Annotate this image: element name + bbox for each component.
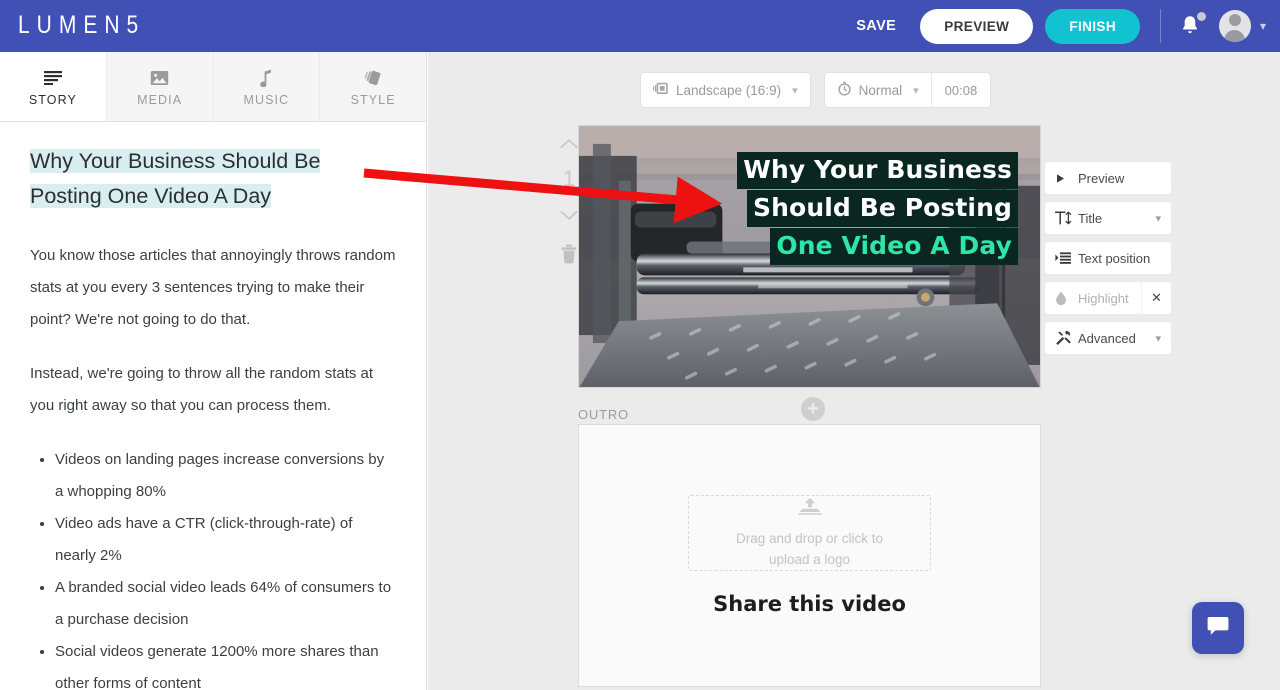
story-title-text: Why Your Business Should Be Posting One … xyxy=(30,149,320,208)
scene-preview-card[interactable]: Why Your Business Should Be Posting One … xyxy=(578,125,1041,388)
header-divider xyxy=(1160,9,1161,43)
preview-scene-label: Preview xyxy=(1078,171,1124,186)
avatar-head-shape xyxy=(1229,14,1241,26)
format-select[interactable]: Landscape (16:9) ▾ xyxy=(640,72,811,108)
text-size-icon xyxy=(1055,211,1072,225)
tab-style[interactable]: STYLE xyxy=(320,52,426,121)
logo-upload-text-line2: upload a logo xyxy=(769,549,850,570)
title-style-select[interactable]: Title ▾ xyxy=(1045,202,1171,234)
format-select-label: Landscape (16:9) xyxy=(676,83,781,98)
chat-widget-button[interactable] xyxy=(1192,602,1244,654)
avatar-body-shape xyxy=(1224,30,1245,42)
play-icon xyxy=(1055,173,1072,184)
tab-story-label: STORY xyxy=(29,94,77,107)
scene-toolbar: Landscape (16:9) ▾ Normal ▾ 00:08 xyxy=(640,72,991,108)
style-cards-icon xyxy=(363,67,383,89)
chevron-down-icon: ▾ xyxy=(792,84,798,97)
list-item[interactable]: Videos on landing pages increase convers… xyxy=(55,444,396,508)
highlight-label: Highlight xyxy=(1078,291,1129,306)
scene-inspector-panel: Preview Title ▾ Text position Highlight … xyxy=(1045,162,1171,362)
story-lines-icon xyxy=(44,67,62,89)
text-position-button[interactable]: Text position xyxy=(1045,242,1171,274)
tab-media[interactable]: MEDIA xyxy=(107,52,214,121)
preview-button[interactable]: PREVIEW xyxy=(920,9,1033,44)
story-paragraph-1[interactable]: You know those articles that annoyingly … xyxy=(30,240,396,336)
scene-text-line: Should Be Posting xyxy=(747,190,1018,227)
tab-music-label: MUSIC xyxy=(243,94,289,107)
tools-icon xyxy=(1055,331,1072,345)
panel-tab-bar: STORY MEDIA MUSIC STYLE xyxy=(0,52,426,122)
aspect-ratio-icon xyxy=(653,82,669,98)
lumen5-logo[interactable]: LUMEN5 xyxy=(18,12,145,40)
text-position-label: Text position xyxy=(1078,251,1150,266)
finish-button[interactable]: FINISH xyxy=(1045,9,1140,44)
save-button[interactable]: SAVE xyxy=(846,12,906,40)
preview-scene-button[interactable]: Preview xyxy=(1045,162,1171,194)
notification-bell-icon[interactable] xyxy=(1179,13,1203,39)
story-editor-body[interactable]: Why Your Business Should Be Posting One … xyxy=(0,122,426,690)
chevron-down-icon: ▾ xyxy=(1155,212,1161,225)
scene-title-overlay[interactable]: Why Your Business Should Be Posting One … xyxy=(706,152,1018,266)
tab-music[interactable]: MUSIC xyxy=(214,52,321,121)
chevron-down-icon: ▾ xyxy=(1155,332,1161,345)
format-select-inner: Landscape (16:9) ▾ xyxy=(641,82,810,98)
outro-card[interactable]: Drag and drop or click to upload a logo … xyxy=(578,424,1041,687)
header-actions: SAVE PREVIEW FINISH ▾ xyxy=(846,0,1280,52)
app-header-bar: LUMEN5 SAVE PREVIEW FINISH ▾ xyxy=(0,0,1280,52)
outro-headline[interactable]: Share this video xyxy=(713,592,906,616)
image-icon xyxy=(150,67,169,89)
move-scene-up-button[interactable] xyxy=(560,132,578,154)
clock-icon xyxy=(837,81,852,99)
tab-media-label: MEDIA xyxy=(137,94,182,107)
scene-editor-area: Landscape (16:9) ▾ Normal ▾ 00:08 1 xyxy=(428,52,1280,690)
chat-bubble-icon xyxy=(1206,615,1230,642)
story-title[interactable]: Why Your Business Should Be Posting One … xyxy=(30,144,396,214)
scene-duration[interactable]: 00:08 xyxy=(931,73,991,107)
remove-highlight-button[interactable]: ✕ xyxy=(1141,282,1171,314)
story-panel: STORY MEDIA MUSIC STYLE Why Your Busines… xyxy=(0,52,427,690)
speed-select-label: Normal xyxy=(859,83,903,98)
move-scene-down-button[interactable] xyxy=(560,204,578,226)
list-item[interactable]: A branded social video leads 64% of cons… xyxy=(55,572,396,636)
story-bullet-list: Videos on landing pages increase convers… xyxy=(30,444,396,690)
highlight-drop-icon xyxy=(1055,291,1072,305)
music-note-icon xyxy=(259,67,273,89)
scene-text-line-accent: One Video A Day xyxy=(770,228,1018,265)
logo-upload-dropzone[interactable]: Drag and drop or click to upload a logo xyxy=(688,495,931,571)
logo-upload-text-line1: Drag and drop or click to xyxy=(736,528,883,549)
user-avatar-icon[interactable] xyxy=(1219,10,1251,42)
story-paragraph-2[interactable]: Instead, we're going to throw all the ra… xyxy=(30,358,396,422)
title-style-label: Title xyxy=(1078,211,1102,226)
list-item[interactable]: Social videos generate 1200% more shares… xyxy=(55,636,396,690)
list-item[interactable]: Video ads have a CTR (click-through-rate… xyxy=(55,508,396,572)
advanced-settings-label: Advanced xyxy=(1078,331,1136,346)
text-position-icon xyxy=(1055,252,1072,264)
trash-icon[interactable] xyxy=(560,244,578,269)
speed-select[interactable]: Normal ▾ xyxy=(825,81,931,99)
scene-number: 1 xyxy=(563,166,575,192)
speed-and-duration-group: Normal ▾ 00:08 xyxy=(824,72,992,108)
notification-badge xyxy=(1197,12,1206,21)
chevron-down-icon: ▾ xyxy=(913,84,919,97)
upload-cloud-icon xyxy=(796,497,824,523)
plus-circle-icon[interactable]: + xyxy=(801,397,825,421)
tab-style-label: STYLE xyxy=(351,94,396,107)
advanced-settings-select[interactable]: Advanced ▾ xyxy=(1045,322,1171,354)
tab-story[interactable]: STORY xyxy=(0,52,107,121)
outro-section-label: OUTRO xyxy=(578,407,629,422)
highlight-control[interactable]: Highlight ✕ xyxy=(1045,282,1171,314)
account-chevron-down-icon[interactable]: ▾ xyxy=(1260,19,1266,33)
scene-text-line: Why Your Business xyxy=(737,152,1018,189)
